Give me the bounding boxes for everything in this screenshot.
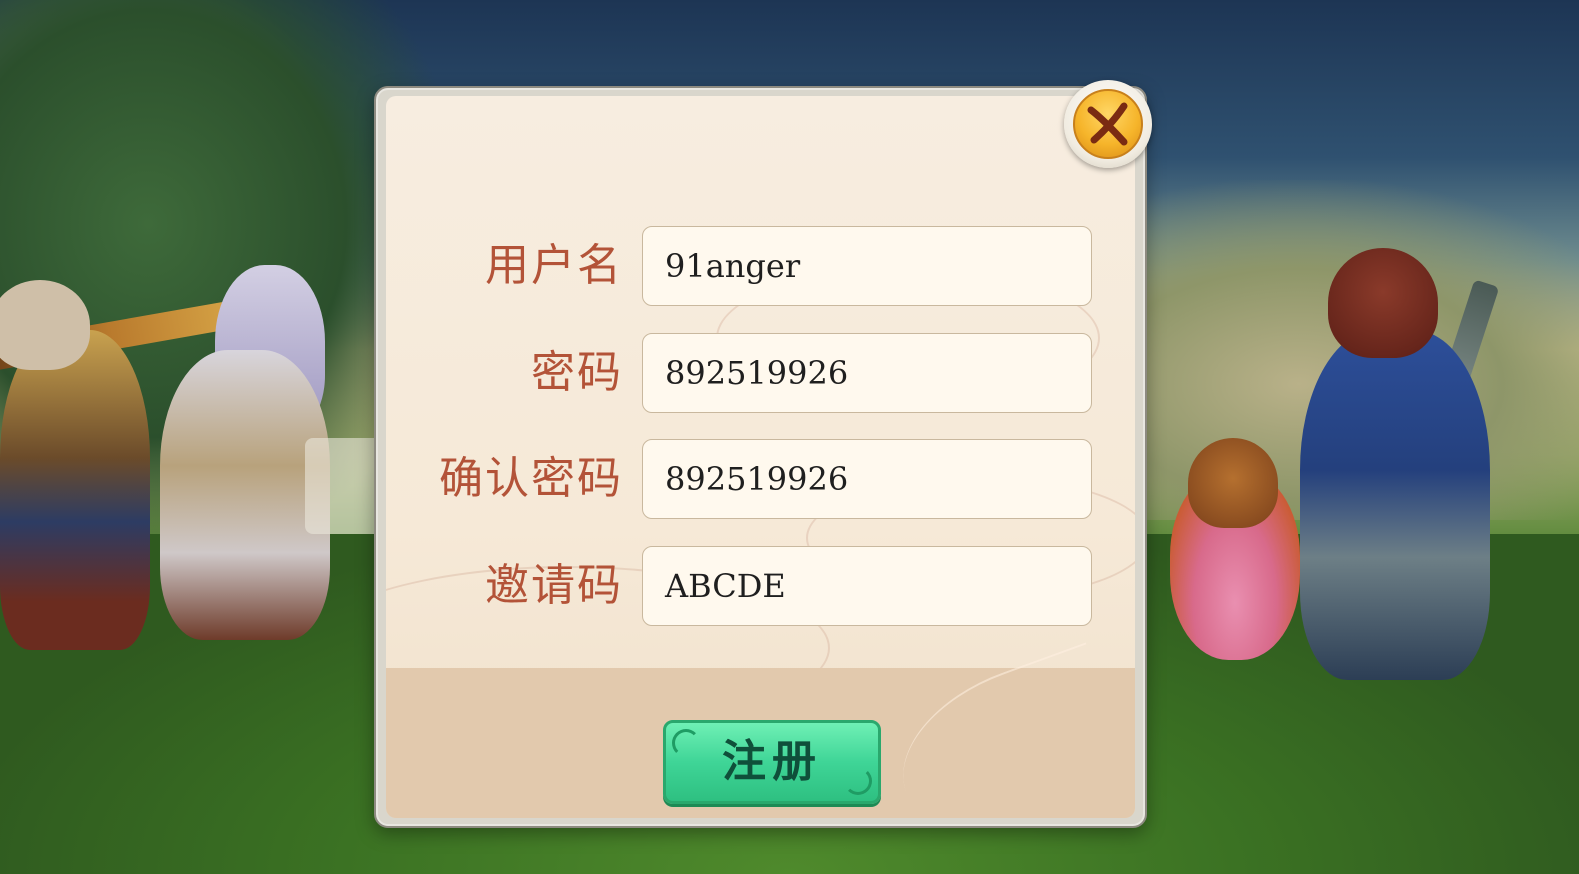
corner-ornament [672, 729, 700, 757]
username-label: 用户名 [485, 240, 623, 291]
character-monkey-king [0, 330, 150, 650]
corner-ornament [844, 767, 872, 795]
close-button[interactable] [1064, 80, 1152, 168]
invite-code-row: 邀请码 ABCDE [386, 546, 1135, 626]
confirm-password-label: 确认密码 [439, 453, 623, 504]
password-input[interactable]: 892519926 [642, 333, 1092, 413]
confirm-password-row: 确认密码 892519926 [386, 439, 1135, 519]
character-girl-head [1188, 438, 1278, 528]
decor-lines [879, 642, 1131, 818]
background-panel [305, 438, 385, 534]
register-dialog: 用户名 91anger 密码 892519926 确认密码 892519926 … [374, 86, 1147, 828]
password-row: 密码 892519926 [386, 333, 1135, 413]
username-row: 用户名 91anger [386, 226, 1135, 306]
character-swordsman [1300, 330, 1490, 680]
register-button[interactable]: 注册 [663, 720, 881, 804]
character-monkey-king-head [0, 280, 90, 370]
character-swordsman-head [1328, 248, 1438, 358]
confirm-password-input[interactable]: 892519926 [642, 439, 1092, 519]
invite-code-input[interactable]: ABCDE [642, 546, 1092, 626]
register-dialog-body: 用户名 91anger 密码 892519926 确认密码 892519926 … [386, 96, 1135, 818]
close-icon [1087, 102, 1128, 146]
username-input[interactable]: 91anger [642, 226, 1092, 306]
invite-code-label: 邀请码 [485, 560, 623, 611]
password-label: 密码 [531, 347, 623, 398]
